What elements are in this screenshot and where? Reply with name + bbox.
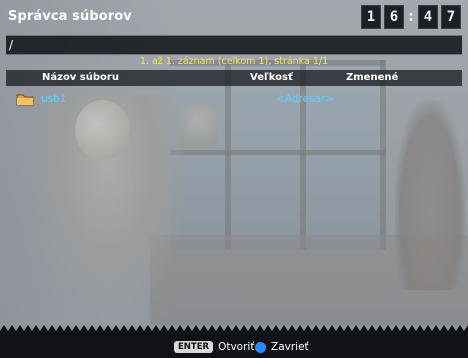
clock-digit: 6 xyxy=(384,5,404,29)
enter-key-icon: ENTER xyxy=(174,341,214,353)
file-name: usb1 xyxy=(41,93,67,105)
clock-separator: : xyxy=(408,9,414,25)
hint-close[interactable]: Zavrieť xyxy=(255,339,309,355)
column-size-header: Veľkosť xyxy=(250,72,293,83)
current-path: / xyxy=(9,38,14,52)
column-modified-header: Zmenené xyxy=(346,72,399,83)
blue-button-icon xyxy=(255,341,266,353)
records-info: 1. až 1. záznam (celkom 1), stránka 1/1 xyxy=(139,56,329,67)
column-header: Názov súboru Veľkosť Zmenené xyxy=(6,70,462,86)
file-size: <Adresár> xyxy=(276,93,335,105)
clock: 1 6 : 4 7 xyxy=(361,5,461,29)
footer-bar: ENTER Otvoriť Zavrieť xyxy=(0,336,468,358)
open-label: Otvoriť xyxy=(218,341,255,353)
column-name-header: Názov súboru xyxy=(42,72,119,83)
clock-digit: 1 xyxy=(361,5,381,29)
clock-digit: 7 xyxy=(441,5,461,29)
hint-open[interactable]: ENTER Otvoriť xyxy=(174,339,254,355)
app-title: Správca súborov xyxy=(8,9,132,24)
current-path-bar: / xyxy=(6,35,462,55)
clock-digit: 4 xyxy=(418,5,438,29)
close-label: Zavrieť xyxy=(271,341,309,353)
folder-icon xyxy=(16,94,34,106)
file-list-item[interactable]: usb1 <Adresár> xyxy=(6,89,462,109)
